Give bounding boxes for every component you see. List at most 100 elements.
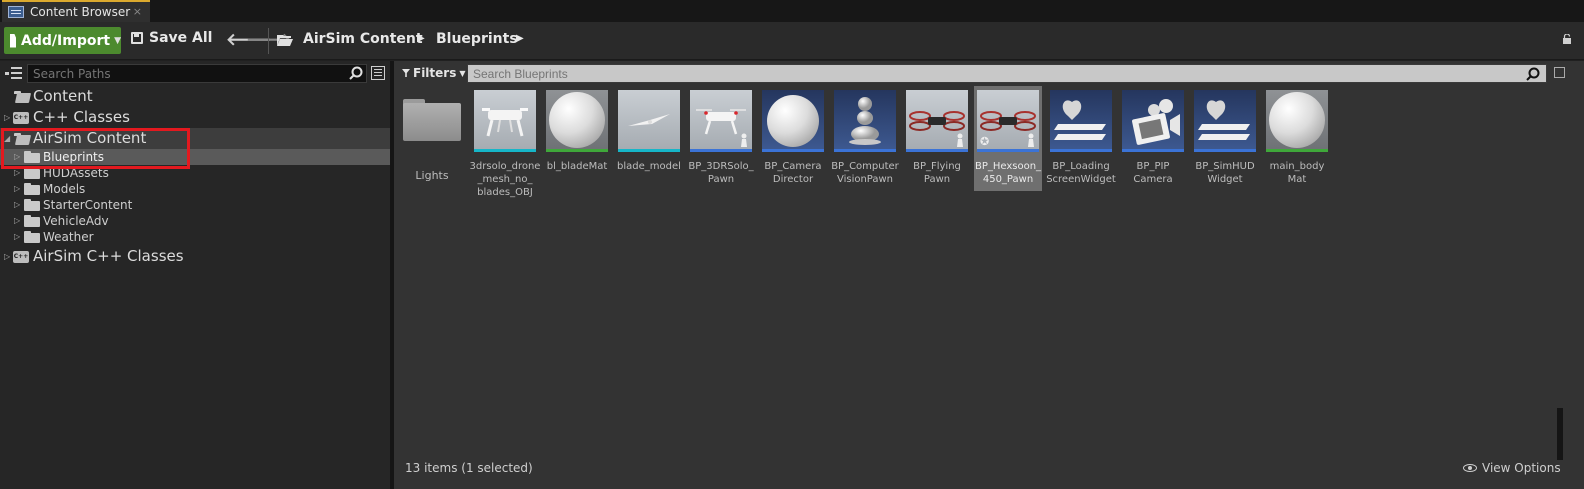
asset-type-bar bbox=[1194, 149, 1256, 152]
asset-label: BP_Loading ScreenWidget bbox=[1046, 161, 1116, 185]
search-icon[interactable] bbox=[349, 66, 363, 80]
asset-type-bar bbox=[690, 149, 752, 152]
expand-arrow-icon[interactable]: ▷ bbox=[14, 184, 20, 193]
asset-type-bar bbox=[762, 149, 824, 152]
asset-label: main_body Mat bbox=[1269, 161, 1325, 185]
filters-label: Filters bbox=[413, 66, 457, 80]
sources-panel-icon[interactable] bbox=[5, 67, 22, 80]
view-options-label: View Options bbox=[1482, 461, 1561, 475]
heart-icon bbox=[1198, 100, 1250, 140]
search-icon[interactable] bbox=[1526, 67, 1540, 81]
save-all-button[interactable]: Save All bbox=[131, 30, 212, 46]
widget-thumbnail bbox=[1050, 90, 1112, 152]
expand-arrow-icon[interactable]: ▷ bbox=[14, 216, 20, 225]
blueprint-thumbnail bbox=[690, 90, 752, 152]
breadcrumb-blueprints[interactable]: Blueprints bbox=[436, 31, 518, 47]
blueprint-thumbnail: ✪ bbox=[977, 90, 1039, 152]
path-tree-panel: Content ▷ C++ C++ Classes ◢ AirSim Conte… bbox=[0, 61, 390, 489]
tree-item-label: AirSim C++ Classes bbox=[33, 247, 184, 265]
cpp-folder-icon: C++ bbox=[13, 251, 29, 263]
pawn-icon bbox=[957, 133, 963, 147]
tree-item-hudassets[interactable]: ▷ HUDAssets bbox=[0, 165, 390, 181]
folder-icon bbox=[24, 151, 40, 163]
toolbar-divider bbox=[268, 28, 269, 54]
asset-label: BP_3DRSolo_ Pawn bbox=[688, 161, 754, 185]
view-options-button[interactable]: View Options bbox=[1463, 461, 1561, 475]
blueprint-thumbnail bbox=[762, 90, 824, 152]
asset-type-bar bbox=[546, 149, 608, 152]
heart-icon bbox=[1054, 100, 1106, 140]
tree-item-label: StarterContent bbox=[43, 198, 133, 212]
view-options-menu-icon[interactable] bbox=[371, 66, 385, 80]
asset-type-bar bbox=[1122, 149, 1184, 152]
asset-type-bar bbox=[834, 149, 896, 152]
tree-item-airsim-content[interactable]: ◢ AirSim Content bbox=[0, 128, 390, 149]
save-search-icon[interactable] bbox=[1554, 67, 1565, 78]
expand-arrow-icon[interactable]: ▷ bbox=[4, 113, 10, 122]
tree-item-blueprints[interactable]: ▷ Blueprints bbox=[0, 149, 390, 165]
tree-item-airsim-cpp-classes[interactable]: ▷ C++ AirSim C++ Classes bbox=[0, 246, 390, 267]
blueprint-thumbnail bbox=[1122, 90, 1184, 152]
static-mesh-thumbnail bbox=[618, 90, 680, 152]
tree-item-models[interactable]: ▷ Models bbox=[0, 181, 390, 197]
static-mesh-thumbnail bbox=[474, 90, 536, 152]
cpp-folder-icon: C++ bbox=[13, 112, 29, 124]
tab-content-browser[interactable]: Content Browser × bbox=[2, 0, 150, 22]
asset-type-bar bbox=[906, 149, 968, 152]
asset-tile-bp-hexsoon-450-pawn[interactable]: ✪ BP_Hexsoon_ 450_Pawn bbox=[974, 86, 1042, 191]
eye-icon bbox=[1463, 464, 1477, 472]
expand-arrow-icon[interactable]: ▷ bbox=[4, 252, 10, 261]
widget-thumbnail bbox=[1194, 90, 1256, 152]
dropdown-caret-icon: ▼ bbox=[459, 68, 466, 78]
save-all-label: Save All bbox=[149, 30, 213, 46]
tree-item-label: Blueprints bbox=[43, 150, 105, 164]
breadcrumb-airsim-content[interactable]: AirSim Content bbox=[303, 31, 423, 47]
asset-label: Lights bbox=[415, 169, 449, 182]
expand-arrow-icon[interactable]: ▷ bbox=[14, 168, 20, 177]
tree-item-label: VehicleAdv bbox=[43, 214, 109, 228]
search-paths-input[interactable] bbox=[27, 64, 367, 83]
search-assets-input[interactable] bbox=[467, 64, 1547, 83]
collapse-arrow-icon[interactable]: ◢ bbox=[4, 134, 10, 143]
close-icon[interactable]: × bbox=[133, 5, 142, 18]
tree-item-vehicleadv[interactable]: ▷ VehicleAdv bbox=[0, 213, 390, 229]
expand-arrow-icon[interactable]: ▷ bbox=[14, 232, 20, 241]
add-import-label: Add/Import bbox=[21, 32, 111, 49]
asset-type-bar bbox=[618, 149, 680, 152]
breadcrumb-arrow-icon[interactable]: ▶ bbox=[417, 33, 425, 44]
folder-icon bbox=[24, 231, 40, 243]
folder-icon bbox=[24, 215, 40, 227]
lock-icon[interactable] bbox=[1562, 34, 1572, 44]
filters-button[interactable]: Filters ▼ bbox=[402, 66, 466, 80]
material-thumbnail bbox=[546, 90, 608, 152]
pawn-icon bbox=[741, 133, 747, 147]
breadcrumb-arrow-icon[interactable]: ▶ bbox=[516, 33, 524, 44]
scrollbar[interactable] bbox=[1557, 408, 1563, 460]
add-import-button[interactable]: Add/Import ▼ bbox=[4, 27, 121, 54]
folder-icon bbox=[24, 167, 40, 179]
toolbar: Add/Import ▼ Save All 🡐 🡒 AirSim Content… bbox=[0, 22, 1584, 60]
asset-label: BP_SimHUD Widget bbox=[1195, 161, 1255, 185]
tree-item-label: Content bbox=[33, 87, 93, 105]
tree-item-label: AirSim Content bbox=[33, 129, 147, 147]
dropdown-caret-icon: ▼ bbox=[114, 35, 121, 46]
tree-item-weather[interactable]: ▷ Weather bbox=[0, 229, 390, 245]
tree-item-label: Models bbox=[43, 182, 86, 196]
tree-item-label: Weather bbox=[43, 230, 94, 244]
folder-icon bbox=[24, 183, 40, 195]
asset-label: BP_PIP Camera bbox=[1133, 161, 1173, 185]
filter-icon bbox=[402, 69, 410, 77]
tab-label: Content Browser bbox=[30, 5, 131, 19]
expand-arrow-icon[interactable]: ▷ bbox=[14, 152, 20, 161]
material-thumbnail bbox=[1266, 90, 1328, 152]
expand-arrow-icon[interactable]: ▷ bbox=[14, 200, 20, 209]
asset-label: 3drsolo_drone _mesh_no_ blades_OBJ bbox=[469, 161, 541, 198]
tree-item-cpp-classes[interactable]: ▷ C++ C++ Classes bbox=[0, 107, 390, 128]
pawn-icon bbox=[1028, 133, 1034, 147]
pawn-icon bbox=[849, 97, 881, 145]
tab-bar: Content Browser × bbox=[0, 0, 1584, 22]
tree-item-content[interactable]: Content bbox=[0, 86, 390, 107]
star-icon: ✪ bbox=[980, 135, 990, 148]
folder-open-icon[interactable] bbox=[277, 34, 293, 46]
tree-item-startercontent[interactable]: ▷ StarterContent bbox=[0, 197, 390, 213]
